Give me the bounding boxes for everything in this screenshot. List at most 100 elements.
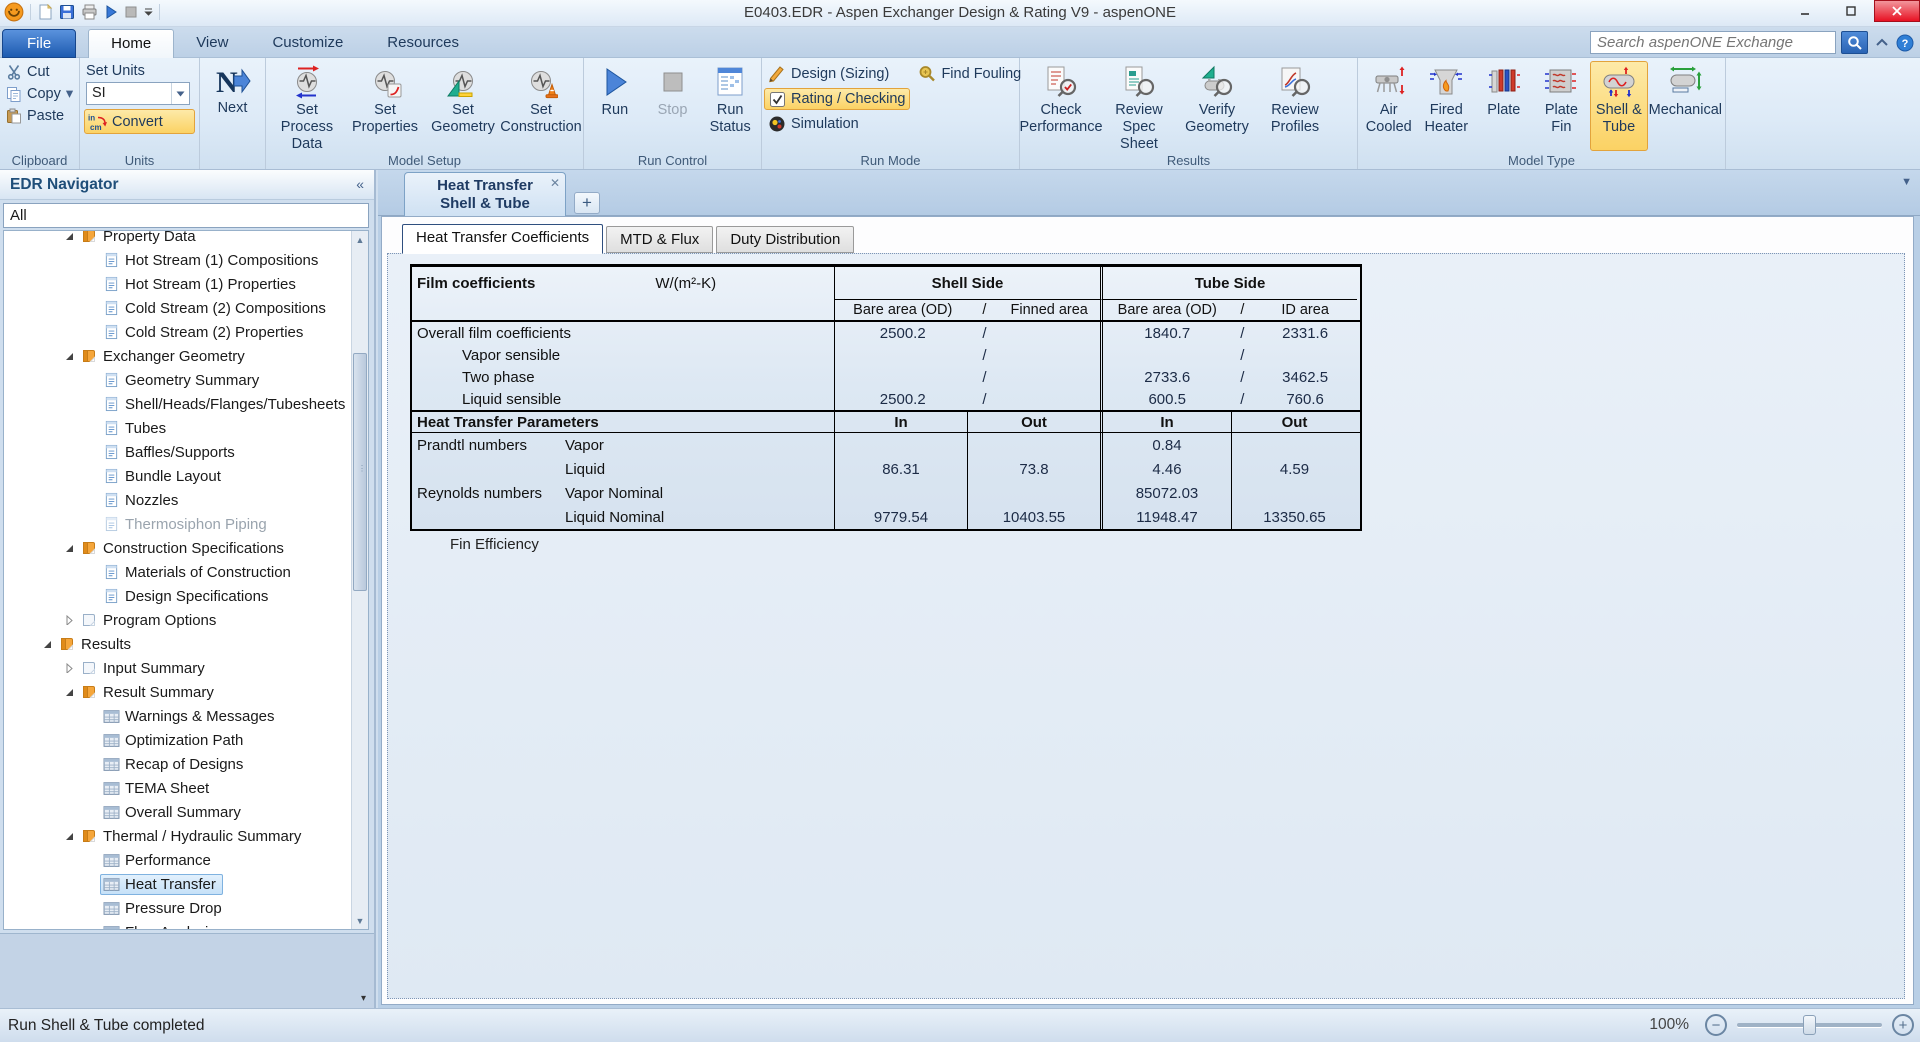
tree-scrollbar[interactable]: ▲ ⋮ ▼ <box>351 231 368 929</box>
tree-item-materials-of-construction[interactable]: Materials of Construction <box>4 560 351 584</box>
chevron-up-icon[interactable] <box>1873 35 1891 51</box>
collapse-panel-icon[interactable]: « <box>356 176 364 192</box>
print-icon[interactable] <box>81 4 98 20</box>
set-process-data-button[interactable]: Set Process Data <box>268 61 346 152</box>
help-icon[interactable]: ? <box>1896 34 1914 52</box>
tree-item-result-summary[interactable]: Result Summary <box>4 680 351 704</box>
tree-item-hot-stream-1-properties[interactable]: Hot Stream (1) Properties <box>4 272 351 296</box>
convert-button[interactable]: in cm Convert <box>84 109 195 134</box>
check-performance-button[interactable]: Check Performance <box>1020 61 1103 151</box>
dropdown-arrow-icon[interactable]: ▾ <box>66 86 73 102</box>
mechanical-button[interactable]: Mechanical <box>1648 61 1723 151</box>
menu-tab-view[interactable]: View <box>174 29 250 58</box>
new-tab-button[interactable]: + <box>574 192 600 214</box>
plate-button[interactable]: Plate <box>1475 61 1533 151</box>
zoom-out-button[interactable]: − <box>1705 1014 1727 1036</box>
tree-item-results[interactable]: Results <box>4 632 351 656</box>
air-cooled-button[interactable]: Air Cooled <box>1360 61 1418 151</box>
review-spec-sheet-button[interactable]: Review Spec Sheet <box>1100 61 1178 152</box>
tree-item-performance[interactable]: Performance <box>4 848 351 872</box>
set-geometry-button[interactable]: Set Geometry <box>424 61 502 151</box>
tree-item-overall-summary[interactable]: Overall Summary <box>4 800 351 824</box>
tree-expanded-icon[interactable] <box>60 231 78 241</box>
navigator-filter-dropdown[interactable]: All <box>3 203 369 228</box>
stop-small-icon[interactable] <box>124 5 138 19</box>
next-button[interactable]: N Next <box>202 61 263 151</box>
paste-button[interactable]: Paste <box>2 105 77 127</box>
tree-item-design-specifications[interactable]: Design Specifications <box>4 584 351 608</box>
tree-item-cold-stream-2-properties[interactable]: Cold Stream (2) Properties <box>4 320 351 344</box>
tree-item-program-options[interactable]: Program Options <box>4 608 351 632</box>
tree-expanded-icon[interactable] <box>60 831 78 841</box>
tree-item-tubes[interactable]: Tubes <box>4 416 351 440</box>
plate-fin-button[interactable]: Plate Fin <box>1533 61 1591 151</box>
tab-heat-transfer-coefficients[interactable]: Heat Transfer Coefficients <box>402 224 604 254</box>
set-construction-button[interactable]: Set Construction <box>500 61 582 151</box>
aspen-logo-icon[interactable] <box>4 2 24 22</box>
dropdown-arrow-icon[interactable] <box>171 83 189 104</box>
tree-item-bundle-layout[interactable]: Bundle Layout <box>4 464 351 488</box>
search-input[interactable] <box>1590 31 1836 54</box>
tab-mtd-flux[interactable]: MTD & Flux <box>606 226 714 253</box>
rating-checking-button[interactable]: Rating / Checking <box>764 88 911 110</box>
tab-duty-distribution[interactable]: Duty Distribution <box>716 226 855 253</box>
scrollbar-thumb[interactable]: ⋮ <box>353 353 367 591</box>
tree-item-thermosiphon-piping[interactable]: Thermosiphon Piping <box>4 512 351 536</box>
tree-item-thermal-hydraulic-summary[interactable]: Thermal / Hydraulic Summary <box>4 824 351 848</box>
tree-item-recap-of-designs[interactable]: Recap of Designs <box>4 752 351 776</box>
menu-tab-resources[interactable]: Resources <box>365 29 481 58</box>
minimize-button[interactable] <box>1782 0 1828 22</box>
tree-item-shell-heads-flanges-tubesheets[interactable]: Shell/Heads/Flanges/Tubesheets <box>4 392 351 416</box>
verify-geometry-button[interactable]: Verify Geometry <box>1178 61 1256 151</box>
tree-item-input-summary[interactable]: Input Summary <box>4 656 351 680</box>
zoom-in-button[interactable]: + <box>1892 1014 1914 1036</box>
simulation-button[interactable]: Simulation <box>764 113 910 135</box>
close-button[interactable] <box>1874 0 1920 22</box>
tree-item-pressure-drop[interactable]: Pressure Drop <box>4 896 351 920</box>
set-properties-button[interactable]: Set Properties <box>346 61 424 151</box>
tree-expanded-icon[interactable] <box>60 351 78 361</box>
tree-expanded-icon[interactable] <box>60 687 78 697</box>
tree-item-cold-stream-2-compositions[interactable]: Cold Stream (2) Compositions <box>4 296 351 320</box>
tree-collapsed-icon[interactable] <box>60 663 78 673</box>
maximize-button[interactable] <box>1828 0 1874 22</box>
tree-item-baffles-supports[interactable]: Baffles/Supports <box>4 440 351 464</box>
review-profiles-button[interactable]: Review Profiles <box>1256 61 1334 151</box>
design-sizing-button[interactable]: Design (Sizing) <box>764 63 910 85</box>
tree-item-construction-specifications[interactable]: Construction Specifications <box>4 536 351 560</box>
run-button[interactable]: Run <box>586 61 644 151</box>
save-icon[interactable] <box>59 4 75 20</box>
units-dropdown[interactable]: SI <box>86 82 190 105</box>
menu-tab-home[interactable]: Home <box>88 29 175 58</box>
tree-item-warnings-messages[interactable]: Warnings & Messages <box>4 704 351 728</box>
tree-item-exchanger-geometry[interactable]: Exchanger Geometry <box>4 344 351 368</box>
tree-collapsed-icon[interactable] <box>60 615 78 625</box>
copy-button[interactable]: Copy ▾ <box>2 83 77 105</box>
document-tab-shell-and-tube[interactable]: Heat Transfer Shell & Tube ✕ <box>404 172 566 216</box>
search-button[interactable] <box>1841 31 1868 54</box>
shell-tube-button[interactable]: Shell & Tube <box>1590 61 1648 151</box>
tree-item-hot-stream-1-compositions[interactable]: Hot Stream (1) Compositions <box>4 248 351 272</box>
run-status-button[interactable]: Run Status <box>701 61 759 151</box>
scroll-up-icon[interactable]: ▲ <box>352 231 368 248</box>
zoom-slider[interactable] <box>1737 1015 1882 1035</box>
fired-heater-button[interactable]: Fired Heater <box>1418 61 1476 151</box>
tree-expanded-icon[interactable] <box>38 639 56 649</box>
new-document-icon[interactable] <box>37 4 53 20</box>
cut-button[interactable]: Cut <box>2 61 77 83</box>
tree-item-geometry-summary[interactable]: Geometry Summary <box>4 368 351 392</box>
dropdown-arrow-icon[interactable] <box>349 204 368 227</box>
tree-item-optimization-path[interactable]: Optimization Path <box>4 728 351 752</box>
run-small-icon[interactable] <box>104 5 118 19</box>
panel-resize-icon[interactable]: ▾ <box>361 993 366 1004</box>
scroll-down-icon[interactable]: ▼ <box>352 912 368 929</box>
menu-tab-file[interactable]: File <box>2 29 77 58</box>
find-fouling-button[interactable]: Find Fouling <box>914 63 1025 85</box>
menu-tab-customize[interactable]: Customize <box>250 29 365 58</box>
zoom-slider-thumb[interactable] <box>1803 1015 1816 1035</box>
tree-item-flow-analysis[interactable]: Flow Analysis <box>4 920 351 929</box>
tree-item-property-data[interactable]: Property Data <box>4 231 351 248</box>
tree-expanded-icon[interactable] <box>60 543 78 553</box>
tree-item-tema-sheet[interactable]: TEMA Sheet <box>4 776 351 800</box>
tree-item-heat-transfer[interactable]: Heat Transfer <box>4 872 351 896</box>
